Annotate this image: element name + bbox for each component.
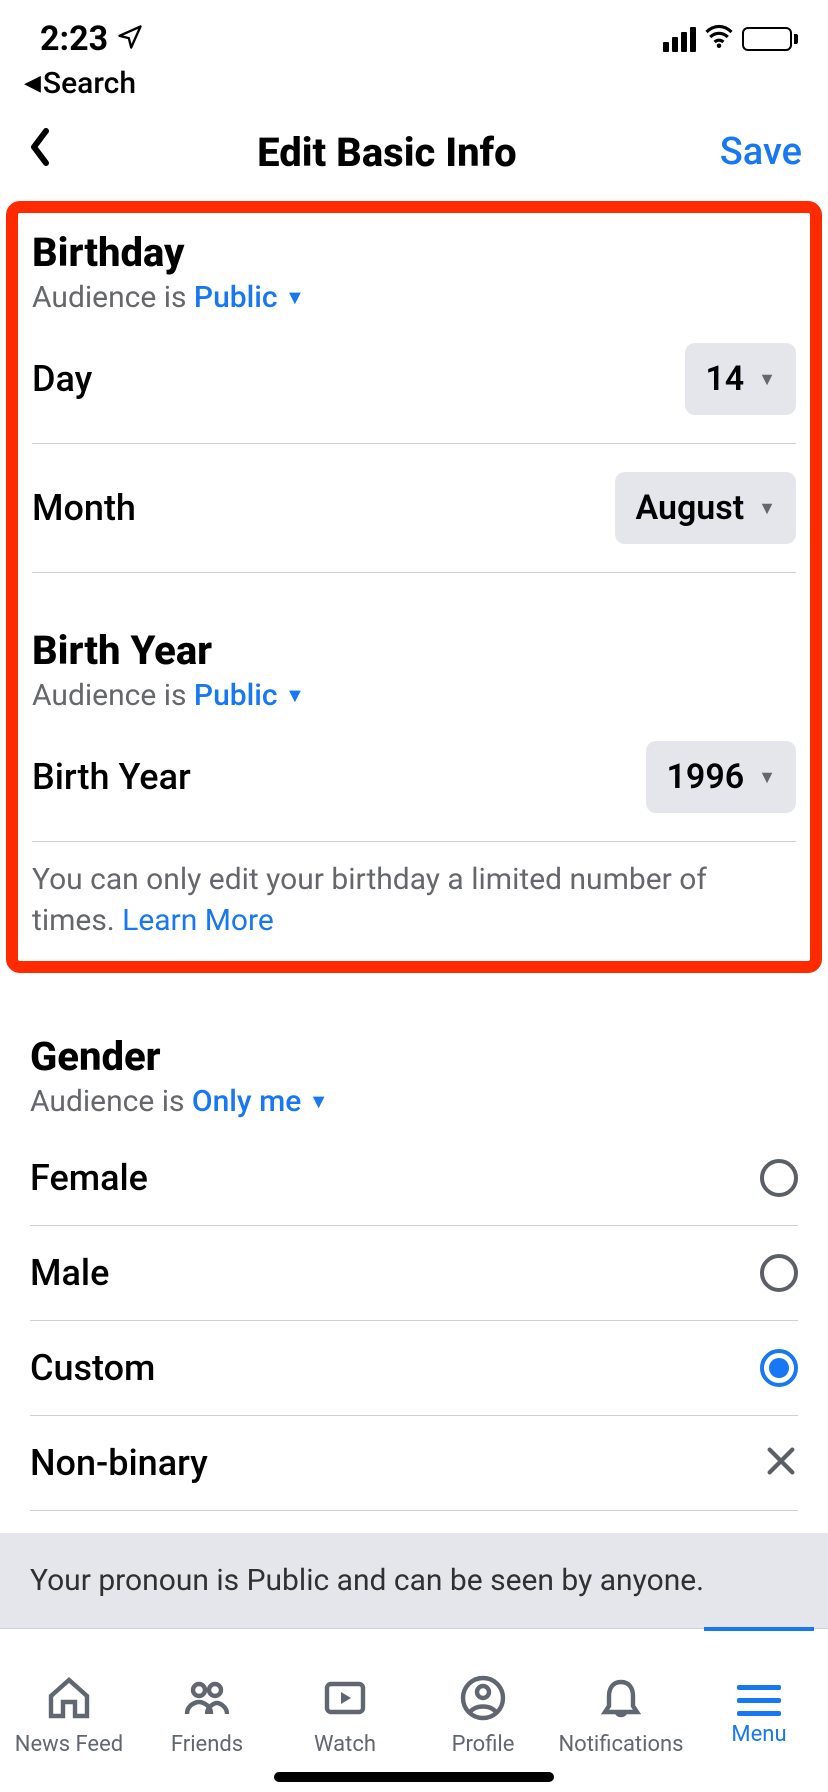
caret-down-icon: ▼ (285, 285, 305, 310)
audience-prefix: Audience is (32, 280, 194, 315)
gender-title: Gender (30, 1033, 798, 1080)
friends-icon (183, 1674, 231, 1726)
clear-icon[interactable] (764, 1444, 798, 1482)
tab-label: Watch (314, 1732, 376, 1757)
day-row: Day 14 ▼ (32, 315, 796, 444)
radio-checked-icon (760, 1349, 798, 1387)
status-time: 2:23 (40, 19, 108, 59)
gender-audience[interactable]: Audience is Only me ▼ (30, 1084, 798, 1119)
birth-year-select[interactable]: 1996 ▼ (646, 741, 796, 813)
back-button[interactable] (26, 127, 54, 177)
tab-profile[interactable]: Profile (414, 1629, 552, 1792)
birth-year-title: Birth Year (32, 627, 796, 674)
tab-watch[interactable]: Watch (276, 1629, 414, 1792)
custom-gender-value: Non-binary (30, 1442, 208, 1484)
birthday-audience[interactable]: Audience is Public ▼ (32, 280, 796, 315)
birth-year-audience[interactable]: Audience is Public ▼ (32, 678, 796, 713)
caret-down-icon: ▼ (758, 767, 776, 788)
day-value: 14 (705, 359, 744, 399)
battery-icon (742, 27, 798, 51)
bell-icon (597, 1674, 645, 1726)
caret-down-icon: ▼ (758, 498, 776, 519)
gender-female-label: Female (30, 1157, 148, 1199)
status-left: 2:23 (40, 19, 144, 59)
pronoun-public-banner: Your pronoun is Public and can be seen b… (0, 1533, 828, 1628)
tab-label: Profile (452, 1732, 515, 1757)
bottom-tab-bar: News Feed Friends Watch Profile Notifica… (0, 1628, 828, 1792)
caret-down-icon: ▼ (309, 1089, 329, 1114)
day-select[interactable]: 14 ▼ (685, 343, 796, 415)
tab-menu[interactable]: Menu (690, 1629, 828, 1792)
tab-notifications[interactable]: Notifications (552, 1629, 690, 1792)
back-triangle-icon: ◀ (24, 71, 41, 96)
birthday-title: Birthday (32, 229, 796, 276)
radio-unchecked-icon (760, 1254, 798, 1292)
cellular-signal-icon (663, 27, 696, 52)
wifi-icon (704, 22, 734, 56)
back-to-search[interactable]: ◀ Search (0, 60, 828, 101)
birth-year-row: Birth Year 1996 ▼ (32, 713, 796, 842)
birthday-edit-note: You can only edit your birthday a limite… (32, 842, 796, 947)
location-arrow-icon (116, 23, 144, 55)
home-icon (45, 1674, 93, 1726)
month-select[interactable]: August ▼ (615, 472, 796, 544)
day-label: Day (32, 358, 92, 400)
gender-custom-label: Custom (30, 1347, 155, 1389)
audience-prefix: Audience is (32, 678, 194, 713)
learn-more-link[interactable]: Learn More (122, 903, 274, 938)
banner-text: Your pronoun is Public and can be seen b… (30, 1563, 704, 1598)
save-button[interactable]: Save (720, 130, 802, 174)
month-value: August (635, 488, 744, 528)
gender-option-male[interactable]: Male (30, 1226, 798, 1321)
audience-prefix: Audience is (30, 1084, 192, 1119)
page-title: Edit Basic Info (257, 129, 516, 176)
birth-year-value: 1996 (666, 757, 744, 797)
month-row: Month August ▼ (32, 444, 796, 573)
tab-news-feed[interactable]: News Feed (0, 1629, 138, 1792)
gender-option-female[interactable]: Female (30, 1131, 798, 1226)
audience-value: Public (194, 678, 278, 713)
back-search-label: Search (43, 66, 136, 101)
tab-label: Notifications (558, 1732, 683, 1757)
tab-label: Menu (731, 1722, 786, 1747)
birth-year-label: Birth Year (32, 756, 191, 798)
gender-male-label: Male (30, 1252, 109, 1294)
menu-icon (737, 1685, 781, 1716)
custom-gender-value-row[interactable]: Non-binary (30, 1416, 798, 1511)
tab-label: News Feed (15, 1732, 123, 1757)
radio-unchecked-icon (760, 1159, 798, 1197)
status-right (663, 22, 798, 56)
home-indicator[interactable] (274, 1772, 554, 1782)
tab-friends[interactable]: Friends (138, 1629, 276, 1792)
profile-icon (459, 1674, 507, 1726)
birth-year-section: Birth Year Audience is Public ▼ Birth Ye… (32, 627, 796, 947)
audience-value: Public (194, 280, 278, 315)
month-label: Month (32, 487, 136, 529)
caret-down-icon: ▼ (285, 683, 305, 708)
tab-label: Friends (171, 1732, 243, 1757)
birthday-highlight-box: Birthday Audience is Public ▼ Day 14 ▼ M… (6, 201, 822, 973)
caret-down-icon: ▼ (758, 369, 776, 390)
birthday-section: Birthday Audience is Public ▼ Day 14 ▼ M… (32, 229, 796, 573)
status-bar: 2:23 (0, 0, 828, 60)
gender-option-custom[interactable]: Custom (30, 1321, 798, 1416)
watch-icon (321, 1674, 369, 1726)
audience-value: Only me (192, 1084, 301, 1119)
nav-header: Edit Basic Info Save (0, 101, 828, 197)
